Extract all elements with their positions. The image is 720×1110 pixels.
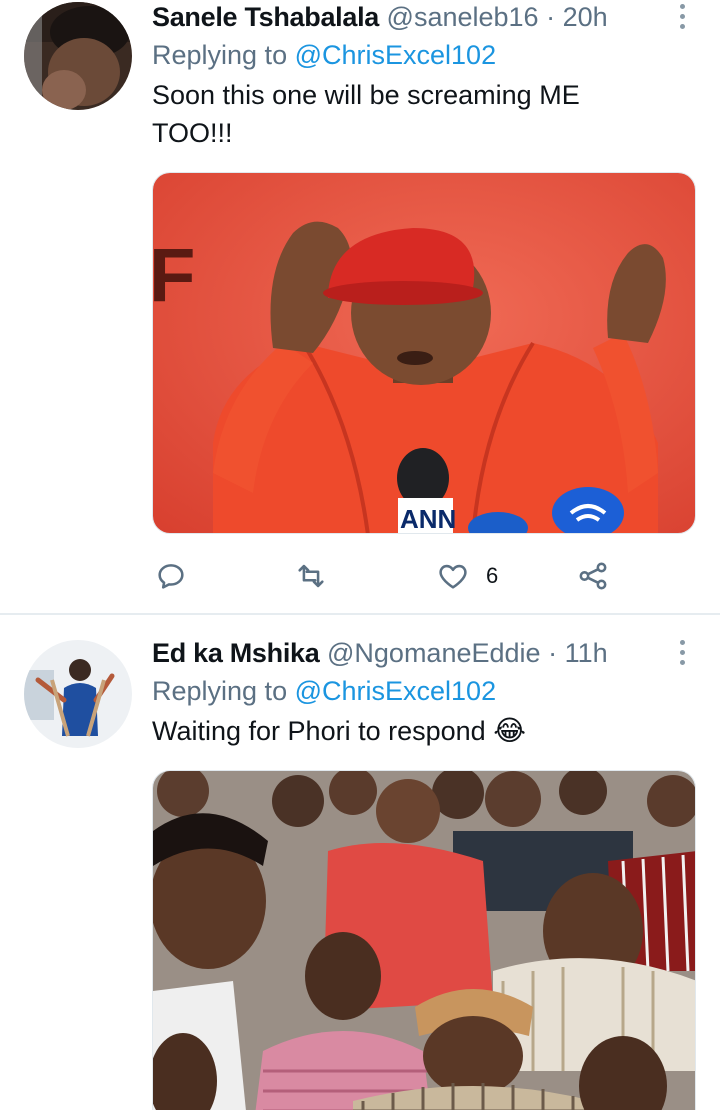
more-options-icon[interactable] [680,4,688,34]
replying-to-label: Replying to [152,676,288,706]
tweet-image[interactable] [152,770,696,1110]
like-button[interactable]: 6 [436,556,498,596]
replying-to: Replying to @ChrisExcel102 [152,674,702,708]
retweet-icon [298,564,324,588]
heart-icon [439,564,467,589]
replying-to-label: Replying to [152,40,288,70]
tweet-header: Ed ka Mshika @NgomaneEddie · 11h [152,636,702,672]
tweet-text-line: Waiting for Phori to respond [152,716,486,746]
avatar[interactable] [24,640,132,748]
replying-to: Replying to @ChrisExcel102 [152,38,702,72]
tweet-actions: 6 [152,556,696,596]
avatar[interactable] [24,2,132,110]
retweet-button[interactable] [294,556,344,596]
share-icon [579,562,607,590]
tweet[interactable]: Ed ka Mshika @NgomaneEddie · 11h Replyin… [0,616,720,1110]
tweet[interactable]: Sanele Tshabalala @saneleb16 · 20h Reply… [0,0,720,614]
display-name[interactable]: Sanele Tshabalala [152,2,379,32]
timestamp[interactable]: 20h [563,2,608,32]
tweet-text: Waiting for Phori to respond 😂 [152,712,702,750]
laughing-emoji: 😂 [493,715,526,746]
tweet-text: Soon this one will be screaming ME TOO!!… [152,76,702,152]
mention-link[interactable]: @ChrisExcel102 [295,40,497,70]
mic-label: ANN [400,504,456,534]
tweet-image[interactable]: F ANN [152,172,696,534]
user-handle[interactable]: @NgomaneEddie [327,638,541,668]
separator: · [546,2,556,32]
user-handle[interactable]: @saneleb16 [387,2,539,32]
tweet-text-line: TOO!!! [152,118,233,148]
display-name[interactable]: Ed ka Mshika [152,638,320,668]
mention-link[interactable]: @ChrisExcel102 [295,676,497,706]
like-count: 6 [486,563,499,588]
separator: · [548,638,558,668]
more-options-icon[interactable] [680,640,688,670]
tweet-header: Sanele Tshabalala @saneleb16 · 20h [152,0,702,36]
tweet-text-line: Soon this one will be screaming ME [152,80,580,110]
reply-button[interactable] [154,556,204,596]
reply-icon [158,564,184,589]
timestamp[interactable]: 11h [565,638,608,668]
backdrop-logo: F [153,233,195,318]
share-button[interactable] [576,556,610,596]
divider [0,613,720,615]
